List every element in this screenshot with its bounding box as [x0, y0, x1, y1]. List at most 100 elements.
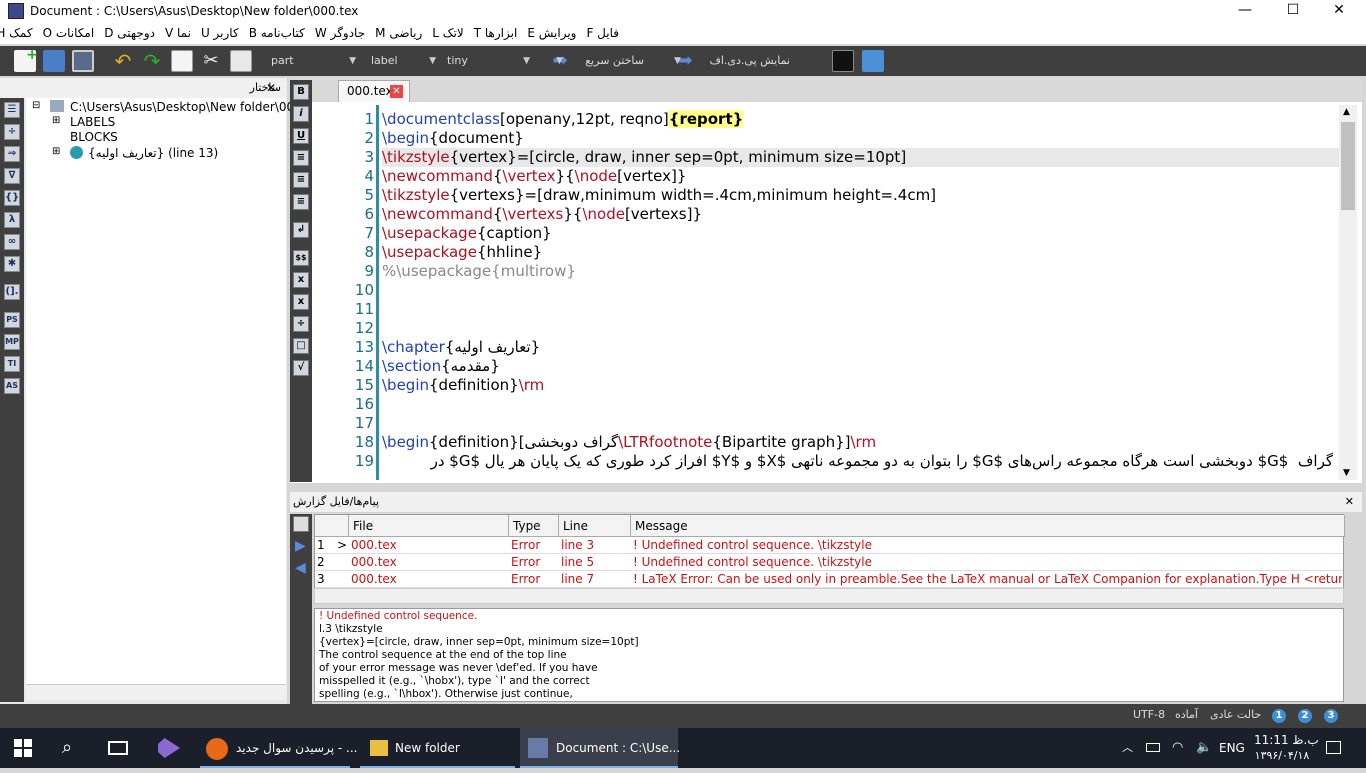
cut-icon[interactable]: ✂: [200, 50, 222, 72]
view-combo[interactable]: نمایش پی.دی.اف ▼: [674, 52, 820, 70]
maximize-button[interactable]: ☐: [1270, 0, 1316, 22]
close-window-button[interactable]: ✕: [1316, 0, 1362, 22]
underline-button[interactable]: U: [293, 128, 309, 144]
log-output[interactable]: ! Undefined control sequence. l.3 \tikzst…: [314, 608, 1344, 702]
superscript-button[interactable]: x: [293, 294, 309, 310]
subscript-button[interactable]: x: [293, 272, 309, 288]
reference-combo[interactable]: label ▼: [368, 52, 440, 70]
messages-horizontal-scrollbar[interactable]: [314, 588, 1344, 604]
menu-math[interactable]: ریاضی M: [370, 26, 427, 40]
bookmark-3-button[interactable]: 3: [1324, 709, 1338, 723]
code-line[interactable]: \usepackage{caption}: [382, 224, 552, 243]
previous-error-icon[interactable]: ◀: [295, 560, 306, 576]
newline-button[interactable]: ↲: [293, 222, 309, 238]
code-line[interactable]: \begin{definition}[گراف دوبخشی\LTRfootno…: [382, 433, 876, 452]
menu-view[interactable]: نما V: [160, 26, 196, 40]
symbol-icon[interactable]: ∇: [4, 168, 20, 184]
tree-item-chapter[interactable]: {تعاریف اولیه} (line 13): [88, 146, 218, 160]
taskbar-document[interactable]: Document : C:\Use...: [520, 728, 680, 768]
menu-bibliography[interactable]: کتاب‌نامه B: [244, 26, 310, 40]
close-tab-icon[interactable]: ✕: [390, 85, 403, 98]
code-line[interactable]: \section{مقدمه}: [382, 357, 500, 376]
notifications-icon[interactable]: [1326, 728, 1342, 768]
size-combo[interactable]: tiny ▼: [444, 52, 534, 70]
minimize-button[interactable]: —: [1222, 0, 1268, 22]
quick-build-combo[interactable]: ساختن سریع ▼: [556, 52, 668, 70]
undo-icon[interactable]: ↶: [112, 50, 134, 72]
sqrt-button[interactable]: √: [293, 360, 309, 376]
task-view-icon[interactable]: [108, 728, 132, 768]
menu-options[interactable]: امکانات O: [38, 26, 100, 40]
menu-bidi[interactable]: دوجهتی D: [99, 26, 160, 40]
status-mode[interactable]: حالت عادی: [1210, 708, 1261, 721]
symbol-icon[interactable]: {}: [4, 190, 20, 206]
expand-icon[interactable]: ⊞: [52, 146, 60, 157]
code-line[interactable]: %\usepackage{multirow}: [382, 262, 576, 281]
taskbar-new-folder[interactable]: New folder: [360, 728, 515, 768]
symbol-icon[interactable]: ÷: [4, 124, 20, 140]
taskbar-firefox[interactable]: پرسیدن سوال جدید - ...: [200, 728, 357, 768]
menu-wizard[interactable]: جادوگر W: [310, 26, 370, 40]
column-header-file[interactable]: File: [349, 515, 509, 537]
scroll-down-icon[interactable]: ▼: [1343, 468, 1350, 478]
code-line[interactable]: \tikzstyle{vertexs}=[draw,minimum width=…: [382, 186, 936, 205]
display-math-button[interactable]: $$: [293, 250, 309, 266]
close-structure-icon[interactable]: ✕: [266, 78, 276, 98]
wifi-icon[interactable]: ◠: [1172, 728, 1183, 768]
menu-user[interactable]: کاربر U: [196, 26, 244, 40]
log-view-icon[interactable]: [293, 516, 309, 532]
clock[interactable]: 11:11 ب.ظ ۱۳۹۶/۰۴/۱۸: [1254, 728, 1319, 768]
paste-icon[interactable]: [230, 50, 252, 72]
menu-latex[interactable]: لاتک L: [427, 26, 468, 40]
new-file-icon[interactable]: +: [14, 47, 38, 72]
symbol-icon[interactable]: λ: [4, 212, 20, 228]
align-center-button[interactable]: ≡: [293, 172, 309, 188]
code-line[interactable]: \newcommand{\vertex}{\node[vertex]}: [382, 167, 686, 186]
bold-button[interactable]: B: [293, 84, 309, 100]
start-button[interactable]: [14, 728, 34, 768]
symbol-icon[interactable]: MP: [4, 334, 20, 350]
tree-horizontal-scrollbar[interactable]: [26, 684, 286, 700]
bookmark-2-button[interactable]: 2: [1298, 709, 1312, 723]
save-icon[interactable]: [72, 50, 94, 72]
code-line[interactable]: \begin{document}: [382, 129, 524, 148]
tab-000-tex[interactable]: 000.tex ✕: [338, 80, 410, 102]
code-line[interactable]: \newcommand{\vertexs}{\node[vertexs]}: [382, 205, 702, 224]
collapse-icon[interactable]: ⊟: [32, 100, 40, 111]
italic-button[interactable]: i: [293, 106, 309, 122]
sectioning-combo[interactable]: part ▼: [268, 52, 360, 70]
open-file-icon[interactable]: [43, 50, 65, 72]
dfrac-button[interactable]: □: [293, 338, 309, 354]
menu-file[interactable]: فایل F: [581, 26, 624, 40]
code-line[interactable]: گراف $G$ دوبخشی است هرگاه مجموعه راس‌های…: [431, 452, 1333, 471]
code-line[interactable]: \chapter{تعاریف اولیه}: [382, 338, 540, 357]
code-line[interactable]: \begin{definition}\rm: [382, 376, 544, 395]
close-messages-icon[interactable]: ✕: [1345, 492, 1354, 512]
code-line[interactable]: \documentclass[openany,12pt, reqno]{repo…: [382, 110, 744, 129]
redo-icon[interactable]: ↷: [141, 50, 163, 72]
symbol-icon[interactable]: AS: [4, 378, 20, 394]
align-right-button[interactable]: ≡: [293, 194, 309, 210]
encoding-indicator[interactable]: UTF-8: [1133, 708, 1165, 721]
fraction-button[interactable]: ÷: [293, 316, 309, 332]
column-header-message[interactable]: Message: [631, 515, 1345, 537]
menu-tools[interactable]: ابزارها T: [469, 26, 523, 40]
symbol-icon[interactable]: TI: [4, 356, 20, 372]
code-line[interactable]: \usepackage{hhline}: [382, 243, 542, 262]
symbol-icon[interactable]: ✱: [4, 256, 20, 272]
symbol-icon[interactable]: ∞: [4, 234, 20, 250]
search-icon[interactable]: ⌕: [62, 728, 72, 768]
expand-icon[interactable]: ⊞: [52, 115, 60, 126]
volume-icon[interactable]: 🔈: [1196, 728, 1212, 768]
symbol-icon[interactable]: (].: [4, 284, 20, 300]
editor-scroll-thumb[interactable]: [1341, 122, 1355, 210]
menu-help[interactable]: کمک H: [0, 26, 38, 40]
visual-studio-icon[interactable]: [158, 728, 182, 768]
column-header-type[interactable]: Type: [509, 515, 559, 537]
symbol-icon[interactable]: PS: [4, 312, 20, 328]
bookmark-1-button[interactable]: 1: [1272, 709, 1286, 723]
tree-item-labels[interactable]: LABELS: [70, 115, 115, 129]
symbol-icon[interactable]: ☰: [4, 102, 20, 118]
menu-edit[interactable]: ویرایش E: [522, 26, 581, 40]
symbol-icon[interactable]: ⇒: [4, 146, 20, 162]
